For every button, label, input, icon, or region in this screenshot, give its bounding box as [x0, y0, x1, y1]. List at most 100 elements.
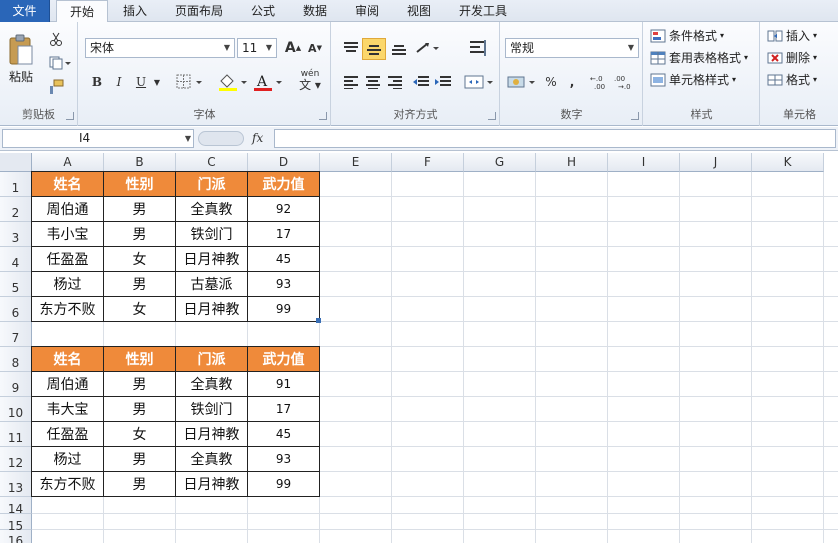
conditional-format-button[interactable]: 条件格式 ▾	[650, 26, 724, 46]
underline-button[interactable]: U	[131, 72, 151, 92]
align-center-button[interactable]	[362, 72, 384, 92]
table1-header-cell[interactable]: 性别	[104, 172, 176, 197]
row-header-6[interactable]: 6	[0, 297, 32, 322]
table2-header-cell[interactable]: 武力值	[248, 347, 320, 372]
table1-cell[interactable]: 周伯通	[32, 197, 104, 222]
currency-button[interactable]	[507, 72, 537, 92]
align-left-button[interactable]	[340, 72, 362, 92]
column-header-j[interactable]: J	[680, 153, 752, 172]
table1-cell[interactable]: 任盈盈	[32, 247, 104, 272]
row-header-14[interactable]: 14	[0, 497, 32, 516]
align-right-button[interactable]	[384, 72, 406, 92]
bold-button[interactable]: B	[87, 72, 107, 92]
table1-cell[interactable]: 杨过	[32, 272, 104, 297]
font-name-combo[interactable]: 宋体 ▼	[85, 38, 235, 58]
tab-file[interactable]: 文件	[0, 0, 50, 22]
comma-button[interactable]: ,	[563, 72, 581, 92]
font-color-button[interactable]: A	[253, 72, 283, 92]
row-header-10[interactable]: 10	[0, 397, 32, 422]
column-header-d[interactable]: D	[248, 153, 320, 172]
table1-cell[interactable]: 93	[248, 272, 320, 297]
table1-cell[interactable]: 日月神教	[176, 297, 248, 322]
increase-decimal-button[interactable]: ←.0.00	[589, 72, 611, 92]
column-header-h[interactable]: H	[536, 153, 608, 172]
underline-dropdown[interactable]: ▼	[151, 72, 163, 92]
table2-header-cell[interactable]: 姓名	[32, 347, 104, 372]
table1-cell[interactable]: 17	[248, 222, 320, 247]
italic-button[interactable]: I	[109, 72, 129, 92]
table1-cell[interactable]: 韦小宝	[32, 222, 104, 247]
cell-styles-button[interactable]: 单元格样式 ▾	[650, 70, 736, 90]
table2-cell[interactable]: 日月神教	[176, 422, 248, 447]
row-header-16[interactable]: 16	[0, 530, 32, 543]
column-header-i[interactable]: I	[608, 153, 680, 172]
merge-center-button[interactable]	[464, 72, 494, 92]
row-header-4[interactable]: 4	[0, 247, 32, 272]
select-all-corner[interactable]	[0, 153, 32, 172]
table1-cell[interactable]: 99	[248, 297, 320, 322]
align-top-button[interactable]	[340, 38, 362, 58]
column-header-a[interactable]: A	[32, 153, 104, 172]
tab-data[interactable]: 数据	[294, 0, 336, 22]
table2-cell[interactable]: 91	[248, 372, 320, 397]
table2-cell[interactable]: 17	[248, 397, 320, 422]
table1-cell[interactable]: 东方不败	[32, 297, 104, 322]
table1-cell[interactable]: 男	[104, 272, 176, 297]
table2-cell[interactable]: 日月神教	[176, 472, 248, 497]
align-middle-button[interactable]	[362, 38, 386, 60]
table2-cell[interactable]: 周伯通	[32, 372, 104, 397]
number-launcher[interactable]	[631, 112, 639, 120]
table2-cell[interactable]: 93	[248, 447, 320, 472]
table1-header-cell[interactable]: 姓名	[32, 172, 104, 197]
number-format-combo[interactable]: 常规 ▼	[505, 38, 639, 58]
row-header-8[interactable]: 8	[0, 347, 32, 372]
delete-cells-button[interactable]: 删除 ▾	[767, 48, 817, 68]
table2-cell[interactable]: 男	[104, 472, 176, 497]
column-header-g[interactable]: G	[464, 153, 536, 172]
table1-cell[interactable]: 男	[104, 222, 176, 247]
table2-header-cell[interactable]: 性别	[104, 347, 176, 372]
phonetic-button[interactable]: wén 文 ▾	[295, 68, 325, 94]
row-header-1[interactable]: 1	[0, 172, 32, 197]
tab-view[interactable]: 视图	[398, 0, 440, 22]
borders-button[interactable]	[175, 72, 205, 92]
tab-formulas[interactable]: 公式	[242, 0, 284, 22]
paste-button[interactable]	[6, 28, 36, 72]
table2-cell[interactable]: 全真教	[176, 447, 248, 472]
increase-indent-button[interactable]	[432, 72, 454, 92]
percent-button[interactable]: %	[541, 72, 561, 92]
table1-header-cell[interactable]: 门派	[176, 172, 248, 197]
formula-input[interactable]	[274, 129, 836, 148]
decrease-indent-button[interactable]	[410, 72, 432, 92]
orientation-button[interactable]	[414, 38, 442, 58]
row-header-15[interactable]: 15	[0, 514, 32, 533]
tab-review[interactable]: 审阅	[346, 0, 388, 22]
font-launcher[interactable]	[319, 112, 327, 120]
insert-cells-button[interactable]: 插入 ▾	[767, 26, 817, 46]
table2-cell[interactable]: 任盈盈	[32, 422, 104, 447]
column-header-c[interactable]: C	[176, 153, 248, 172]
table1-cell[interactable]: 男	[104, 197, 176, 222]
cut-button[interactable]	[46, 30, 66, 48]
name-box[interactable]: I4 ▼	[2, 129, 194, 148]
table2-cell[interactable]: 99	[248, 472, 320, 497]
tab-home[interactable]: 开始	[56, 0, 108, 23]
fill-handle[interactable]	[316, 318, 321, 323]
row-header-11[interactable]: 11	[0, 422, 32, 447]
alignment-launcher[interactable]	[488, 112, 496, 120]
column-header-e[interactable]: E	[320, 153, 392, 172]
tab-developer[interactable]: 开发工具	[450, 0, 516, 22]
insert-function-button[interactable]: fx	[252, 129, 272, 148]
table2-cell[interactable]: 铁剑门	[176, 397, 248, 422]
shrink-font-button[interactable]: A ▼	[305, 38, 325, 58]
table2-cell[interactable]: 45	[248, 422, 320, 447]
wrap-text-button[interactable]	[466, 36, 490, 60]
row-header-3[interactable]: 3	[0, 222, 32, 247]
decrease-decimal-button[interactable]: .00 →.0	[613, 72, 635, 92]
clipboard-launcher[interactable]	[66, 112, 74, 120]
table1-cell[interactable]: 古墓派	[176, 272, 248, 297]
table2-cell[interactable]: 全真教	[176, 372, 248, 397]
tab-page-layout[interactable]: 页面布局	[166, 0, 232, 22]
table2-header-cell[interactable]: 门派	[176, 347, 248, 372]
table1-cell[interactable]: 女	[104, 297, 176, 322]
